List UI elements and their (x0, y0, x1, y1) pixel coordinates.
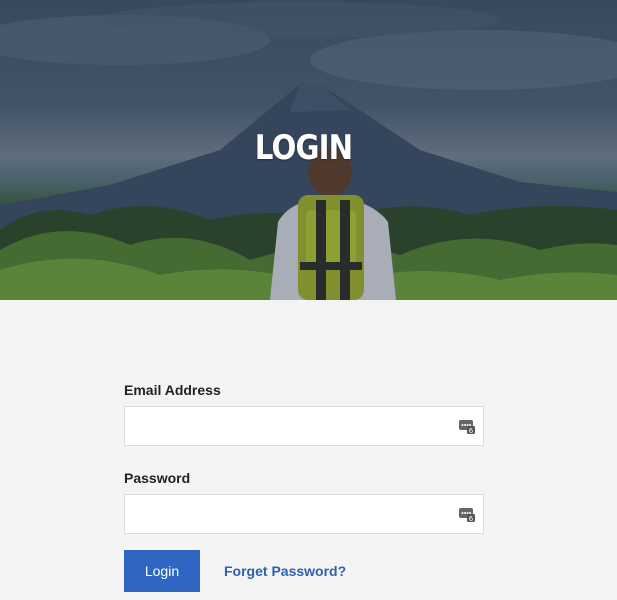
svg-text:6: 6 (469, 515, 474, 522)
hero-banner: LOGIN (0, 0, 617, 300)
form-actions: Login Forget Password? (124, 550, 484, 592)
password-field-container: 6 (124, 494, 484, 534)
email-field[interactable] (125, 407, 465, 445)
login-form: Email Address 6 Password 6 Login Forget … (124, 382, 484, 592)
password-manager-icon[interactable]: 6 (459, 418, 475, 434)
forgot-password-link[interactable]: Forget Password? (224, 563, 346, 579)
login-button[interactable]: Login (124, 550, 200, 592)
password-field[interactable] (125, 495, 465, 533)
password-manager-icon[interactable]: 6 (459, 506, 475, 522)
email-label: Email Address (124, 382, 221, 398)
password-label: Password (124, 470, 191, 486)
svg-text:6: 6 (469, 427, 474, 434)
page-title: LOGIN (254, 128, 353, 168)
email-field-container: 6 (124, 406, 484, 446)
